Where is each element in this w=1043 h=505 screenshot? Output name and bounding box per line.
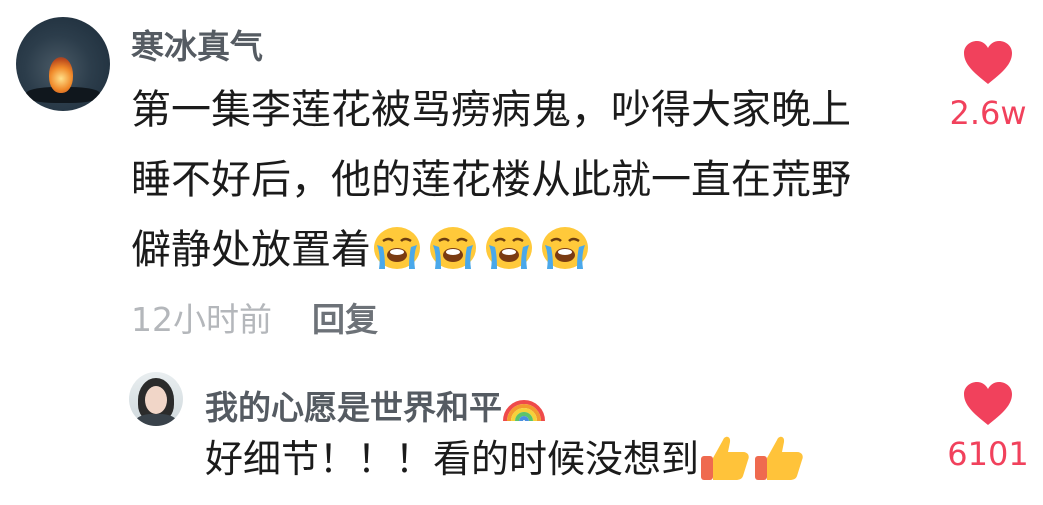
like-count: 2.6w — [949, 94, 1027, 132]
avatar-image-fire — [49, 57, 73, 93]
rainbow-icon — [502, 385, 546, 423]
reply-text: 好细节！！！看的时候没想到 — [205, 429, 807, 489]
loudly-crying-face-icon — [483, 223, 535, 269]
comment-text: 第一集李莲花被骂痨病鬼，吵得大家晚上 睡不好后，他的莲花楼从此就一直在荒野 僻静… — [131, 75, 851, 285]
reply-text-content: 好细节！！！看的时候没想到 — [205, 437, 700, 481]
comment-line-3: 僻静处放置着 — [131, 215, 851, 285]
like-heart-icon[interactable] — [963, 40, 1013, 86]
like-count: 6101 — [947, 435, 1029, 473]
avatar[interactable] — [129, 372, 183, 426]
comment-meta: 12小时前 回复 — [131, 293, 378, 341]
comment-username[interactable]: 寒冰真气 — [131, 20, 263, 68]
loudly-crying-face-icon — [427, 223, 479, 269]
reply-username[interactable]: 我的心愿是世界和平 — [205, 381, 546, 429]
avatar[interactable] — [16, 17, 110, 111]
comment-line-2: 睡不好后，他的莲花楼从此就一直在荒野 — [131, 157, 851, 203]
loudly-crying-face-icon — [371, 223, 423, 269]
thumbs-up-icon — [753, 432, 805, 482]
thumbs-up-icon — [699, 432, 751, 482]
reply-username-text: 我的心愿是世界和平 — [205, 388, 502, 427]
loudly-crying-face-icon — [539, 223, 591, 269]
avatar-image-body — [135, 414, 177, 426]
comment-timestamp: 12小时前 — [131, 300, 272, 339]
comment-line-3-text: 僻静处放置着 — [131, 227, 371, 273]
reply-button[interactable]: 回复 — [312, 300, 378, 339]
comment-line-1: 第一集李莲花被骂痨病鬼，吵得大家晚上 — [131, 87, 851, 133]
avatar-image-face — [145, 386, 167, 414]
like-heart-icon[interactable] — [963, 381, 1013, 427]
